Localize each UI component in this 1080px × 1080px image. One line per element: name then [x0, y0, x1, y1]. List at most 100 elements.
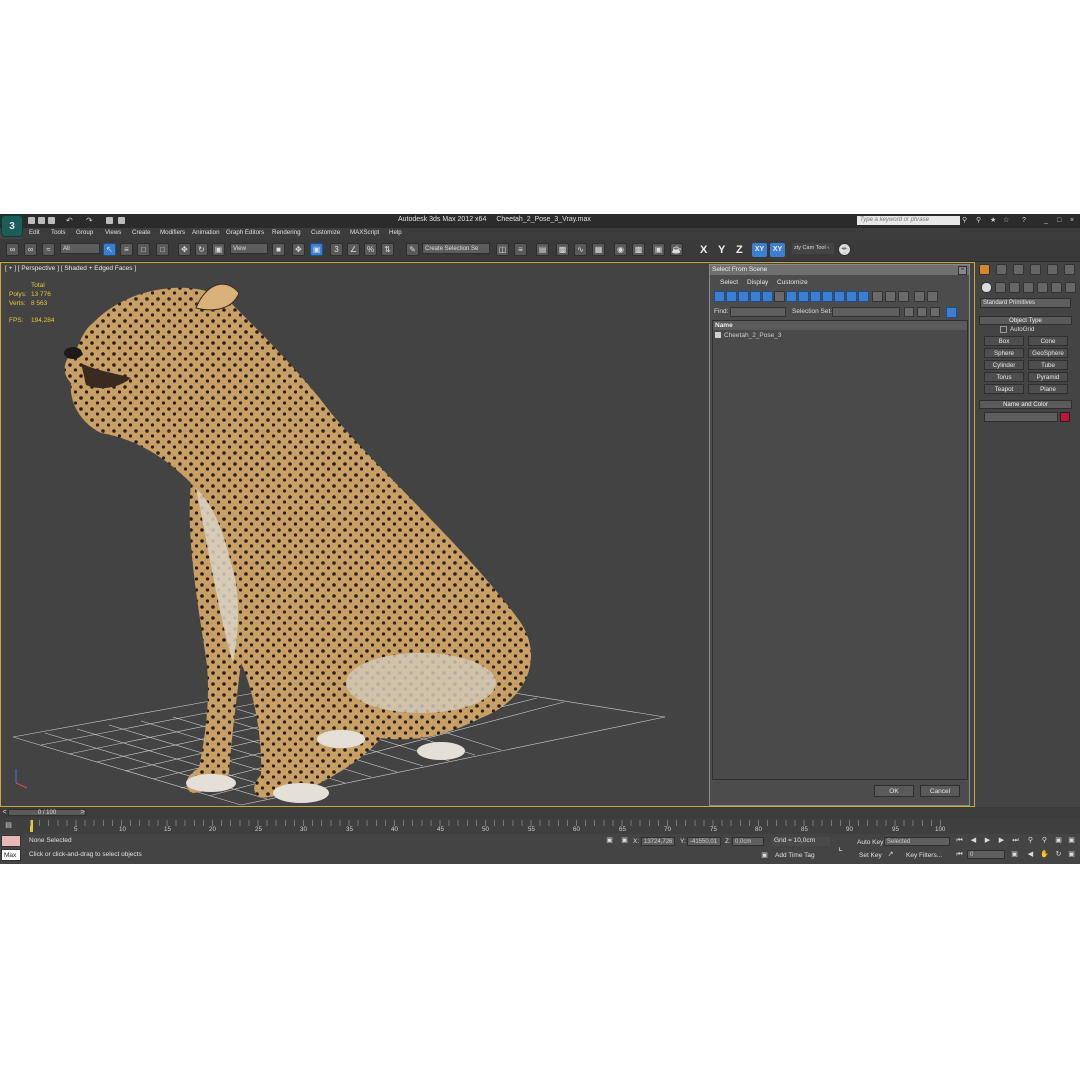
snaps-toggle-icon[interactable]: 3	[330, 243, 343, 256]
zoom-extents-all-icon[interactable]: ▣	[1067, 836, 1076, 845]
selection-set-tool-2-icon[interactable]	[917, 307, 927, 317]
render-production-icon[interactable]: ☕	[670, 243, 683, 256]
spinner-snap-icon[interactable]: ⇅	[381, 243, 394, 256]
select-all-icon[interactable]	[872, 291, 883, 302]
pan-view-icon[interactable]: ✋	[1040, 850, 1049, 859]
display-bones-icon[interactable]	[810, 291, 821, 302]
utilities-tab-icon[interactable]	[1064, 264, 1075, 275]
teapot-button[interactable]: Teapot	[984, 384, 1024, 394]
search-icon[interactable]: ⚲	[962, 217, 969, 224]
teapot-icon[interactable]: ☕	[838, 243, 851, 256]
mini-curve-editor-icon[interactable]: ▤	[4, 821, 13, 830]
reference-coordinate-dropdown[interactable]: View	[230, 243, 268, 254]
select-invert-icon[interactable]	[898, 291, 909, 302]
previous-frame-icon[interactable]: ◀	[969, 836, 978, 845]
tube-button[interactable]: Tube	[1028, 360, 1068, 370]
menu-animation[interactable]: Animation	[192, 229, 220, 236]
cheetah-model[interactable]	[64, 283, 532, 803]
maximize-viewport-icon[interactable]: ▣	[1067, 850, 1076, 859]
helpers-icon[interactable]	[1037, 282, 1048, 293]
unlink-icon[interactable]: ∞	[24, 243, 37, 256]
schematic-view-icon[interactable]: ▦	[592, 243, 605, 256]
cylinder-button[interactable]: Cylinder	[984, 360, 1024, 370]
track-bar[interactable]: ▤ 5 10 15 20 25 30 35 40 45 50 55 60 65 …	[0, 818, 1080, 834]
render-setup-icon[interactable]: ▩	[632, 243, 645, 256]
modify-tab-icon[interactable]	[996, 264, 1007, 275]
menu-modifiers[interactable]: Modifiers	[160, 229, 185, 236]
object-color-swatch[interactable]	[1060, 412, 1070, 422]
dialog-menu-display[interactable]: Display	[747, 279, 768, 286]
motion-tab-icon[interactable]	[1030, 264, 1041, 275]
open-file-icon[interactable]	[38, 217, 45, 224]
filter-icon[interactable]	[914, 291, 925, 302]
shapes-icon[interactable]	[995, 282, 1006, 293]
go-to-start-icon[interactable]: ⏮	[955, 836, 964, 845]
maximize-icon[interactable]: □	[1057, 217, 1064, 224]
cone-button[interactable]: Cone	[1028, 336, 1068, 346]
create-tab-icon[interactable]	[979, 264, 990, 275]
z-coordinate-field[interactable]: 0,0cm	[732, 837, 764, 846]
select-and-scale-icon[interactable]: ▣	[212, 243, 225, 256]
display-all-icon[interactable]	[858, 291, 869, 302]
y-coordinate-field[interactable]: -41550,01	[687, 837, 721, 846]
dialog-title[interactable]: Select From Scene	[710, 265, 969, 275]
object-type-rollout[interactable]: Object Type	[979, 316, 1072, 325]
select-and-rotate-icon[interactable]: ↻	[195, 243, 208, 256]
systems-icon[interactable]	[1065, 282, 1076, 293]
window-crossing-icon[interactable]: □	[156, 243, 169, 256]
add-time-tag-button[interactable]: Add Time Tag	[775, 852, 815, 859]
selection-set-tool-1-icon[interactable]	[904, 307, 914, 317]
set-key-button[interactable]: Set Key	[859, 852, 882, 859]
favorites-icon[interactable]: ☆	[1003, 217, 1010, 224]
mirror-icon[interactable]: ◫	[496, 243, 509, 256]
percent-snap-icon[interactable]: %	[364, 243, 377, 256]
select-and-move-icon[interactable]: ✥	[178, 243, 191, 256]
keyboard-shortcut-override-icon[interactable]: ▣	[310, 243, 323, 256]
space-warps-icon[interactable]	[1051, 282, 1062, 293]
sync-selection-icon[interactable]	[946, 307, 957, 318]
display-cameras-icon[interactable]	[750, 291, 761, 302]
undo-icon[interactable]: ↶	[66, 217, 73, 225]
sphere-button[interactable]: Sphere	[984, 348, 1024, 358]
axis-constraint-x[interactable]: X	[700, 244, 707, 256]
display-lights-icon[interactable]	[738, 291, 749, 302]
orbit-icon[interactable]: ↻	[1054, 850, 1063, 859]
communication-center-icon[interactable]: ⚲	[976, 217, 983, 224]
menu-help[interactable]: Help	[389, 229, 402, 236]
cancel-button[interactable]: Cancel	[920, 785, 960, 797]
pivot-center-icon[interactable]: ■	[272, 243, 285, 256]
rendered-frame-window-icon[interactable]: ▣	[652, 243, 665, 256]
auto-key-button[interactable]: Auto Key	[857, 839, 883, 846]
select-none-icon[interactable]	[885, 291, 896, 302]
time-slider-next-icon[interactable]: >	[78, 808, 87, 817]
select-and-link-icon[interactable]: ∞	[6, 243, 19, 256]
display-hidden-icon[interactable]	[846, 291, 857, 302]
display-containers-icon[interactable]	[822, 291, 833, 302]
time-slider-handle[interactable]: 0 / 100	[8, 809, 86, 816]
key-mode-dropdown[interactable]: Selected	[884, 837, 950, 846]
dialog-menu-select[interactable]: Select	[720, 279, 738, 286]
maxscript-mini-input[interactable]: Max	[1, 849, 21, 861]
display-geometry-icon[interactable]	[714, 291, 725, 302]
object-name-input[interactable]	[984, 412, 1058, 422]
time-tag-icon[interactable]: ▣	[760, 851, 769, 860]
display-xrefs-icon[interactable]	[798, 291, 809, 302]
axis-constraint-y[interactable]: Y	[718, 244, 725, 256]
edit-named-selection-icon[interactable]: ✎	[406, 243, 419, 256]
filter-options-icon[interactable]	[927, 291, 938, 302]
material-editor-icon[interactable]: ◉	[614, 243, 627, 256]
go-to-end-icon[interactable]: ⏭	[1011, 836, 1020, 845]
lights-icon[interactable]	[1009, 282, 1020, 293]
display-space-warps-icon[interactable]	[774, 291, 785, 302]
help-icon[interactable]: ?	[1022, 217, 1029, 224]
key-filters-button[interactable]: Key Filters...	[906, 852, 942, 859]
current-frame-field[interactable]: 0	[967, 850, 1005, 859]
torus-button[interactable]: Torus	[984, 372, 1024, 382]
dialog-menu-customize[interactable]: Customize	[777, 279, 808, 286]
menu-rendering[interactable]: Rendering	[272, 229, 301, 236]
display-helpers-icon[interactable]	[762, 291, 773, 302]
geosphere-button[interactable]: GeoSphere	[1028, 348, 1068, 358]
selection-lock-icon[interactable]: ▣	[605, 836, 614, 845]
display-tab-icon[interactable]	[1047, 264, 1058, 275]
zoom-all-icon[interactable]: ⚲	[1040, 836, 1049, 845]
